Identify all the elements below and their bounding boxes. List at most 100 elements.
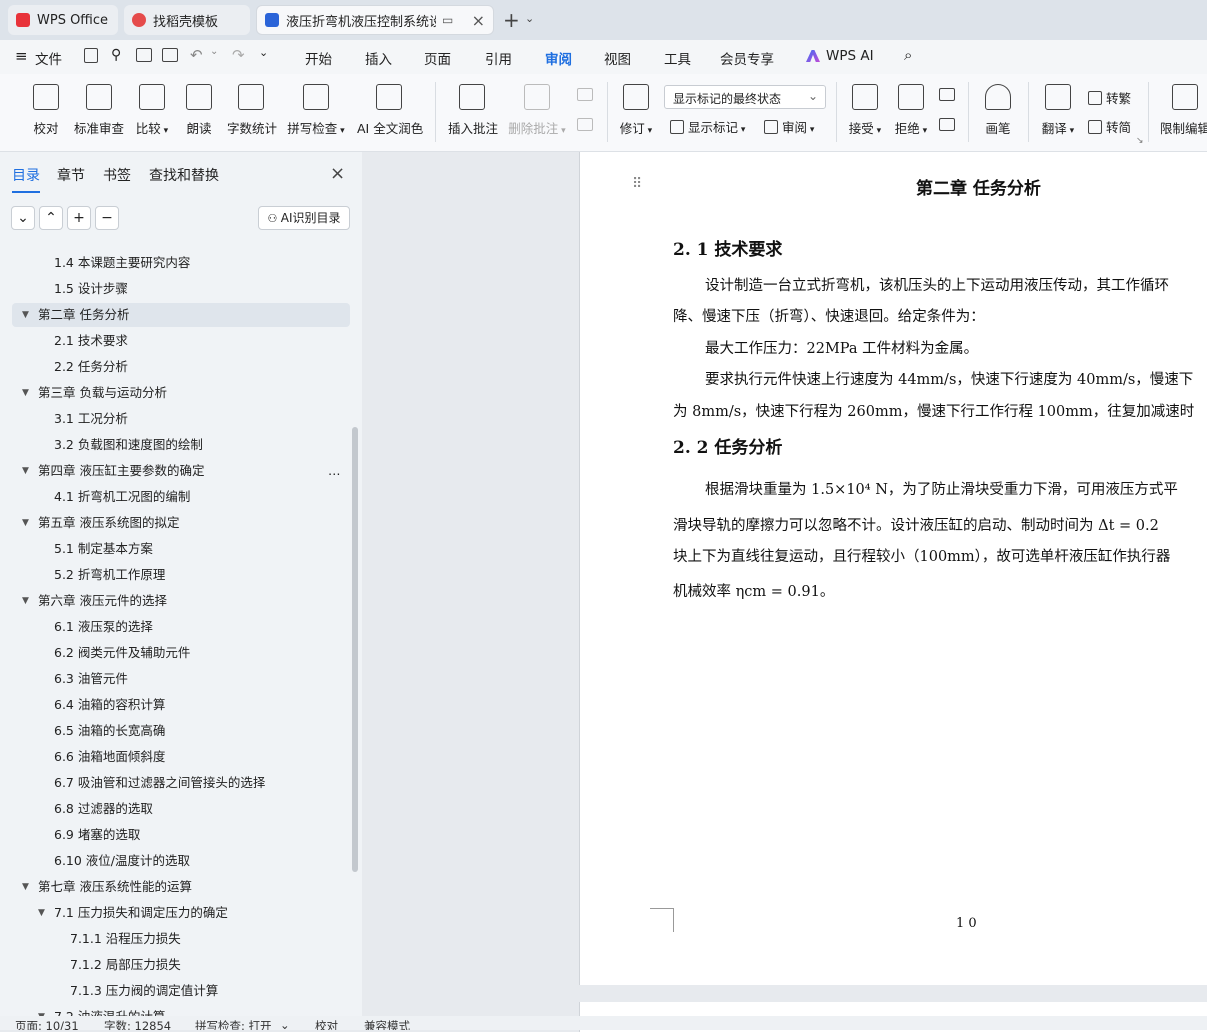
toc-item[interactable]: 6.2 阀类元件及辅助元件 [12,641,350,665]
search-icon[interactable]: ⌕ [904,46,912,64]
save-icon[interactable] [84,48,98,63]
expand-caret-icon[interactable]: ▼ [22,589,29,613]
toc-item[interactable]: 6.6 油箱地面倾斜度 [12,745,350,769]
delete-comment-button[interactable]: 删除批注 ▾ [508,80,566,137]
expand-caret-icon[interactable]: ▼ [22,511,29,535]
toc-item[interactable]: ▼ 第二章 任务分析 [12,303,350,327]
toc-item[interactable]: 1.5 设计步骤 [12,277,350,301]
new-tab-icon[interactable]: + [503,8,520,32]
toc-item[interactable]: ▼ 7.1 压力损失和调定压力的确定 [12,901,350,925]
spell-check-button[interactable]: 拼写检查 ▾ [287,80,345,137]
page-indicator[interactable]: 页面: 10/31 [15,1018,79,1030]
expand-all-button[interactable]: + [67,206,91,230]
undo-dropdown-icon[interactable]: ⌄ [210,46,218,57]
proofread-button[interactable]: 校对 [30,80,62,137]
drag-handle-icon[interactable]: ⠿ [632,176,642,192]
read-aloud-button[interactable]: 朗读 [185,80,213,137]
toc-item[interactable]: 5.2 折弯机工作原理 [12,563,350,587]
toc-item[interactable]: 6.9 堵塞的选取 [12,823,350,847]
word-count-indicator[interactable]: 字数: 12854 [104,1018,171,1030]
close-pane-icon[interactable]: × [330,163,345,184]
more-quick-chevron-icon[interactable]: ⌄ [259,46,268,59]
toc-item[interactable]: ▼ 第四章 液压缸主要参数的确定… [12,459,350,483]
toc-item[interactable]: 7.1.3 压力阀的调定值计算 [12,979,350,1003]
next-comment-icon[interactable] [577,118,593,131]
document-page[interactable]: ⠿ 第二章 任务分析 2. 1 技术要求 设计制造一台立式折弯机，该机压头的上下… [579,152,1207,985]
print-preview-icon[interactable] [162,48,178,62]
tab-bookmarks[interactable]: 书签 [103,165,131,185]
insert-comment-button[interactable]: 插入批注 [448,80,498,137]
word-count-button[interactable]: 字数统计 [227,80,277,137]
display-mode-select[interactable]: 显示标记的最终状态 ⌄ [664,85,826,109]
reject-button[interactable]: 拒绝 ▾ [893,80,929,137]
toc-item[interactable]: 6.1 液压泵的选择 [12,615,350,639]
proofread-indicator[interactable]: 校对 [315,1018,338,1030]
toc-item[interactable]: 6.5 油箱的长宽高确 [12,719,350,743]
undo-icon[interactable]: ↶ [190,46,203,64]
prev-comment-icon[interactable] [577,88,593,101]
close-tab-icon[interactable]: × [472,11,485,30]
expand-caret-icon[interactable]: ▼ [22,459,29,483]
prev-change-icon[interactable] [939,88,955,101]
toc-item[interactable]: 6.8 过滤器的选取 [12,797,350,821]
toc-item[interactable]: 1.4 本课题主要研究内容 [12,251,350,275]
tab-list-chevron-icon[interactable]: ⌄ [525,12,534,25]
print-icon[interactable] [136,48,152,62]
to-simplified-button[interactable]: 转简 [1088,117,1131,136]
show-marks-button[interactable]: 显示标记 ▾ [670,117,745,136]
menu-start[interactable]: 开始 [305,48,332,68]
more-options-icon[interactable]: … [328,459,341,483]
toc-item[interactable]: 7.1.1 沿程压力损失 [12,927,350,951]
toc-item[interactable]: ▼ 第六章 液压元件的选择 [12,589,350,613]
compare-button[interactable]: 比较 ▾ [134,80,170,137]
pen-button[interactable]: 画笔 [984,80,1012,137]
translate-button[interactable]: 翻译 ▾ [1040,80,1076,137]
collapse-all-button[interactable]: − [95,206,119,230]
expand-caret-icon[interactable]: ▼ [22,875,29,899]
toc-item[interactable]: 6.3 油管元件 [12,667,350,691]
tab-document[interactable]: 液压折弯机液压控制系统设计 ▭ × [256,5,494,35]
toc-item[interactable]: 3.2 负载图和速度图的绘制 [12,433,350,457]
dialog-launcher-icon[interactable]: ↘ [1136,136,1144,146]
to-traditional-button[interactable]: 转繁 [1088,88,1131,107]
ai-polish-button[interactable]: AI 全文润色 [357,80,423,137]
menu-insert[interactable]: 插入 [365,48,392,68]
toc-scrollbar[interactable] [352,427,358,872]
menu-wps-ai[interactable]: WPS AI [826,48,874,64]
file-menu[interactable]: 文件 [35,48,62,68]
expand-caret-icon[interactable]: ▼ [22,303,29,327]
tab-sections[interactable]: 章节 [57,165,85,185]
toc-item[interactable]: 7.1.2 局部压力损失 [12,953,350,977]
expand-caret-icon[interactable]: ▼ [38,901,45,925]
spell-check-indicator[interactable]: 拼写检查: 打开 [195,1018,272,1030]
toc-item[interactable]: 4.1 折弯机工况图的编制 [12,485,350,509]
toc-item[interactable]: ▼ 第三章 负载与运动分析 [12,381,350,405]
toc-item[interactable]: ▼ 第七章 液压系统性能的运算 [12,875,350,899]
tab-find-replace[interactable]: 查找和替换 [149,165,219,185]
ai-toc-button[interactable]: ⚇ AI识别目录 [258,206,350,230]
menu-tools[interactable]: 工具 [664,48,691,68]
toc-item[interactable]: 6.10 液位/温度计的选取 [12,849,350,873]
share-icon[interactable]: ⚲ [111,47,121,63]
toc-item[interactable]: 6.4 油箱的容积计算 [12,693,350,717]
menu-page[interactable]: 页面 [424,48,451,68]
collapse-up-button[interactable]: ⌃ [39,206,63,230]
toc-item[interactable]: 5.1 制定基本方案 [12,537,350,561]
menu-reference[interactable]: 引用 [485,48,512,68]
expand-down-button[interactable]: ⌄ [11,206,35,230]
next-change-icon[interactable] [939,118,955,131]
monitor-icon[interactable]: ▭ [442,13,453,27]
restrict-edit-button[interactable]: 限制编辑 [1160,80,1207,137]
menu-view[interactable]: 视图 [604,48,631,68]
expand-caret-icon[interactable]: ▼ [22,381,29,405]
hamburger-menu-icon[interactable]: ≡ [15,47,28,65]
toc-item[interactable]: 3.1 工况分析 [12,407,350,431]
toc-item[interactable]: 6.7 吸油管和过滤器之间管接头的选择 [12,771,350,795]
revise-button[interactable]: 修订 ▾ [618,80,654,137]
review-pane-button[interactable]: 审阅 ▾ [764,117,814,136]
tab-template[interactable]: 找稻壳模板 [124,5,250,35]
menu-review[interactable]: 审阅 [545,48,572,77]
toc-item[interactable]: 2.1 技术要求 [12,329,350,353]
menu-member[interactable]: 会员专享 [720,48,774,68]
tab-toc[interactable]: 目录 [12,165,40,193]
